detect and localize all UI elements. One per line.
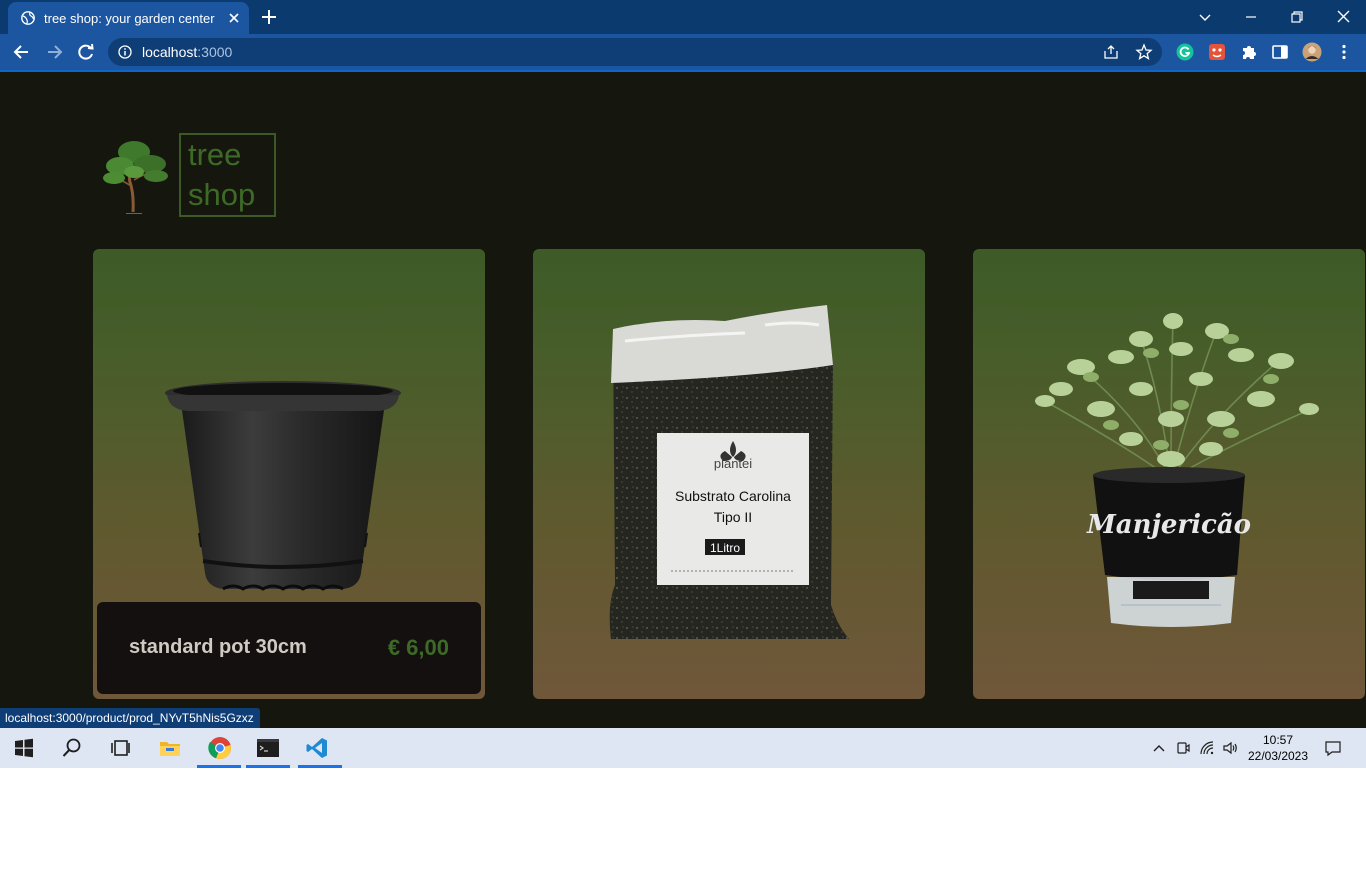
bookmark-star-icon[interactable] [1135,43,1153,61]
url-port: :3000 [197,44,233,60]
url-text[interactable]: localhost:3000 [142,44,232,60]
tree-logo-icon[interactable] [100,136,172,214]
bag-brand: plantei [714,456,752,471]
bag-volume: 1Litro [710,541,740,555]
side-panel-icon[interactable] [1270,42,1290,62]
window-close-icon[interactable] [1332,6,1354,28]
vscode-icon[interactable] [305,736,329,760]
meet-now-icon[interactable] [1175,740,1191,756]
close-icon[interactable] [226,10,242,26]
product-card-basil[interactable]: Manjericão [973,249,1365,699]
task-view-icon[interactable] [108,736,132,760]
terminal-icon[interactable] [256,736,280,760]
product-price: € 6,00 [387,635,449,660]
volume-icon[interactable] [1222,740,1238,756]
globe-icon [21,11,35,25]
tab-search-chevron-icon[interactable] [1194,6,1216,28]
soil-bag-image: plantei Substrato Carolina Tipo II 1Litr… [609,305,849,639]
product-card-pot[interactable]: standard pot 30cm € 6,00 [93,249,485,699]
site-info-icon[interactable] [118,45,132,59]
share-icon[interactable] [1102,43,1120,61]
url-host: localhost [142,44,198,60]
reload-icon[interactable] [76,42,96,62]
extension-red-icon[interactable] [1207,42,1227,62]
windows-start-icon[interactable] [12,736,36,760]
tab-title: tree shop: your garden center [44,11,215,26]
logo-text-box[interactable]: tree shop [179,133,276,217]
chrome-icon[interactable] [208,736,232,760]
black-pot-image [165,381,401,591]
forward-icon[interactable] [44,42,64,62]
product-name: standard pot 30cm [129,636,307,658]
wifi-icon[interactable] [1199,740,1215,756]
extensions-puzzle-icon[interactable] [1239,42,1259,62]
logo-line-2: shop [188,177,256,212]
page-content: tree shop standard pot 30cm € 6,00 plant… [0,72,1366,728]
profile-avatar-icon[interactable] [1302,42,1322,62]
back-icon[interactable] [12,42,32,62]
browser-menu-icon[interactable] [1334,42,1354,62]
tray-chevron-up-icon[interactable] [1151,740,1167,756]
product-info-overlay[interactable]: standard pot 30cm € 6,00 [97,602,481,694]
browser-tab[interactable]: tree shop: your garden center [8,2,249,34]
minimize-icon[interactable] [1240,6,1262,28]
status-bar-url: localhost:3000/product/prod_NYvT5hNis5Gz… [0,708,260,728]
notification-icon[interactable] [1324,739,1342,757]
browser-tab-strip: tree shop: your garden center [0,0,1366,34]
pot-label: Manjericão [1086,510,1251,540]
file-explorer-icon[interactable] [158,736,182,760]
logo-line-1: tree [188,137,242,172]
clock-date: 22/03/2023 [1247,749,1309,763]
basil-plant-image: Manjericão [1035,313,1319,627]
clock-time: 10:57 [1262,733,1294,747]
address-bar[interactable]: localhost:3000 [108,38,1162,66]
windows-taskbar: 10:57 22/03/2023 [0,728,1366,768]
grammarly-icon[interactable] [1175,42,1195,62]
new-tab-icon[interactable] [260,8,278,26]
bag-title-line1: Substrato Carolina [675,488,791,504]
search-icon[interactable] [60,736,84,760]
bag-title-line2: Tipo II [714,509,752,525]
empty-area [0,768,1366,880]
product-card-substrate[interactable]: plantei Substrato Carolina Tipo II 1Litr… [533,249,925,699]
restore-icon[interactable] [1286,6,1308,28]
taskbar-clock[interactable]: 10:57 22/03/2023 [1240,732,1316,764]
